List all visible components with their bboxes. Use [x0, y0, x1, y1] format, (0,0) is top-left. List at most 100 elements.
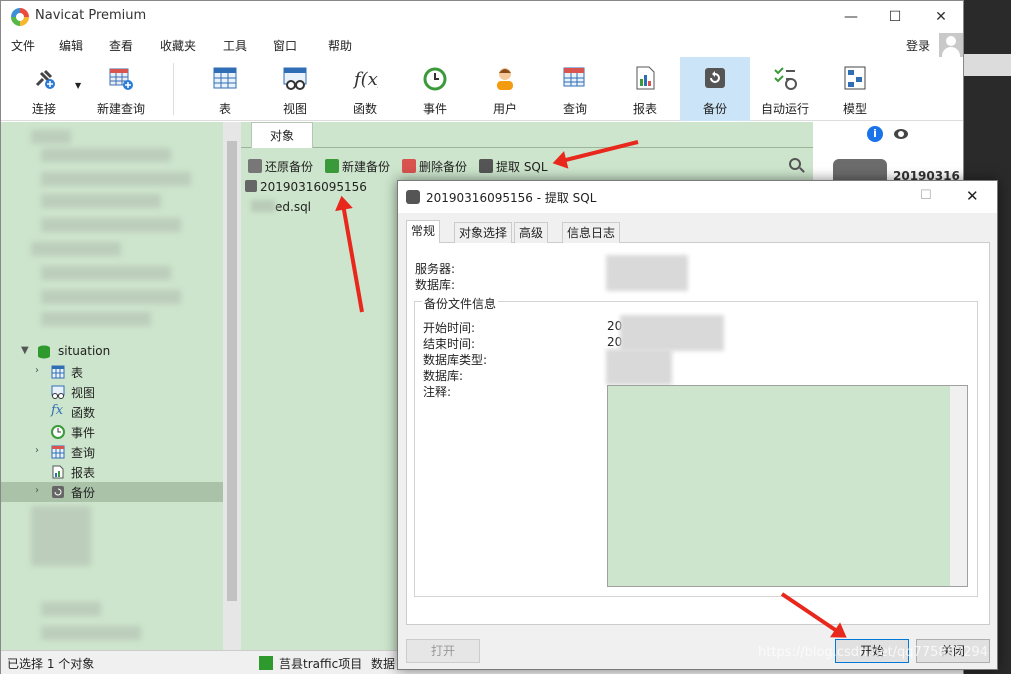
- close-button[interactable]: ✕: [921, 5, 961, 29]
- model-button[interactable]: 模型: [820, 57, 890, 121]
- chevron-down-icon[interactable]: ▼: [21, 345, 29, 356]
- table-icon: [213, 67, 237, 89]
- dialog-close-button[interactable]: ✕: [966, 187, 979, 205]
- new-backup-icon: [325, 159, 339, 173]
- window-title: Navicat Premium: [35, 8, 147, 23]
- report-label: 报表: [632, 102, 657, 116]
- query-label: 查询: [562, 102, 587, 116]
- minimize-button[interactable]: —: [831, 5, 871, 29]
- title-bar[interactable]: Navicat Premium — ☐ ✕: [1, 1, 963, 33]
- backup-icon: [705, 68, 725, 88]
- maximize-button[interactable]: ☐: [875, 5, 915, 29]
- redacted-time-values: [620, 315, 724, 351]
- event-button[interactable]: 事件: [400, 57, 470, 121]
- table-button[interactable]: 表: [190, 57, 260, 121]
- menu-tools[interactable]: 工具: [223, 37, 247, 54]
- chevron-right-icon[interactable]: ›: [35, 445, 39, 456]
- menu-file[interactable]: 文件: [11, 37, 35, 54]
- sidebar-item-queries[interactable]: › 查询: [1, 442, 223, 462]
- sidebar-item-views[interactable]: 视图: [1, 382, 223, 402]
- dialog-title: 20190316095156 - 提取 SQL: [426, 191, 597, 205]
- redacted-item: [41, 312, 151, 326]
- backup-icon: [52, 486, 64, 498]
- db-label: 数据库:: [423, 369, 464, 383]
- connection-icon: [259, 656, 273, 670]
- dialog-tabs: 常规 对象选择 高级 信息日志: [406, 220, 990, 244]
- tab-objects[interactable]: 对象: [251, 122, 313, 148]
- redacted-item: [41, 290, 181, 304]
- eye-icon[interactable]: [894, 129, 908, 139]
- view-icon: [51, 385, 65, 399]
- redacted-item: [41, 148, 171, 162]
- list-item-backup[interactable]: 20190316095156: [245, 180, 367, 194]
- tables-label: 表: [71, 366, 84, 380]
- sidebar-item-tables[interactable]: › 表: [1, 362, 223, 382]
- main-toolbar: 连接 ▼ 新建查询 表 视图 f(x) 函数 事件 用户 查询: [1, 57, 963, 121]
- report-icon: [636, 66, 655, 90]
- notes-textarea[interactable]: [607, 385, 968, 587]
- menu-favorites[interactable]: 收藏夹: [160, 37, 196, 54]
- open-button[interactable]: 打开: [406, 639, 480, 663]
- tab-object-selection[interactable]: 对象选择: [454, 222, 513, 243]
- navigation-sidebar: ▼ situation › 表 视图 fx 函数 事件 › 查询 报表 › 备份: [1, 122, 223, 650]
- auto-run-icon: [774, 67, 797, 90]
- tab-advanced[interactable]: 高级: [514, 222, 549, 243]
- view-button[interactable]: 视图: [260, 57, 330, 121]
- connect-dropdown-chevron-icon[interactable]: ▼: [75, 81, 81, 90]
- user-label: 用户: [492, 102, 517, 116]
- database-name: situation: [58, 344, 111, 358]
- tab-info-log[interactable]: 信息日志: [562, 222, 621, 243]
- new-backup-button[interactable]: 新建备份: [325, 158, 390, 175]
- backup-button[interactable]: 备份: [680, 57, 750, 121]
- chevron-right-icon[interactable]: ›: [35, 485, 39, 496]
- redacted-connection: [31, 242, 121, 256]
- sidebar-item-events[interactable]: 事件: [1, 422, 223, 442]
- sidebar-item-functions[interactable]: fx 函数: [1, 402, 223, 422]
- dialog-maximize-button[interactable]: ☐: [920, 188, 932, 203]
- connect-button[interactable]: 连接: [9, 57, 79, 121]
- delete-backup-label: 删除备份: [419, 160, 468, 174]
- status-connection: 莒县traffic项目: [279, 657, 363, 671]
- user-button[interactable]: 用户: [470, 57, 540, 121]
- redacted-item: [41, 266, 171, 280]
- chevron-right-icon[interactable]: ›: [35, 365, 39, 376]
- report-icon: [52, 465, 64, 479]
- redacted-connection: [31, 130, 71, 144]
- function-button[interactable]: f(x) 函数: [330, 57, 400, 121]
- menu-window[interactable]: 窗口: [273, 37, 297, 54]
- sidebar-item-backups[interactable]: › 备份: [1, 482, 223, 502]
- search-icon[interactable]: [789, 158, 801, 170]
- end-time-label: 结束时间:: [423, 337, 476, 351]
- new-query-label: 新建查询: [96, 102, 145, 116]
- auto-run-label: 自动运行: [760, 102, 809, 116]
- extract-sql-button[interactable]: 提取 SQL: [479, 158, 548, 175]
- sidebar-item-reports[interactable]: 报表: [1, 462, 223, 482]
- query-button[interactable]: 查询: [540, 57, 610, 121]
- sidebar-item-situation[interactable]: ▼ situation: [1, 342, 223, 362]
- login-link[interactable]: 登录: [906, 37, 930, 54]
- restore-backup-button[interactable]: 还原备份: [248, 158, 313, 175]
- redacted-server-value: [606, 255, 688, 291]
- auto-run-button[interactable]: 自动运行: [750, 57, 820, 121]
- menu-view[interactable]: 查看: [109, 37, 133, 54]
- notes-scrollbar[interactable]: [950, 386, 967, 586]
- backup-label: 备份: [702, 102, 727, 116]
- db-type-label: 数据库类型:: [423, 353, 488, 367]
- table-label: 表: [218, 102, 231, 116]
- function-fx-icon: fx: [51, 403, 64, 418]
- status-database: 数据: [371, 657, 396, 671]
- menu-edit[interactable]: 编辑: [59, 37, 83, 54]
- dialog-title-bar[interactable]: 20190316095156 - 提取 SQL ☐ ✕: [398, 181, 997, 213]
- new-query-button[interactable]: 新建查询: [86, 57, 156, 121]
- backup-file-icon: [245, 180, 257, 192]
- list-item-sql[interactable]: ed.sql: [251, 200, 311, 214]
- delete-backup-button[interactable]: 删除备份: [402, 158, 467, 175]
- view-icon: [283, 67, 307, 90]
- sidebar-scroll-thumb[interactable]: [227, 141, 237, 601]
- table-icon: [51, 365, 65, 379]
- tab-general[interactable]: 常规: [406, 220, 441, 244]
- info-icon[interactable]: i: [867, 126, 883, 142]
- menu-help[interactable]: 帮助: [328, 37, 352, 54]
- user-avatar-icon[interactable]: [939, 33, 963, 57]
- report-button[interactable]: 报表: [610, 57, 680, 121]
